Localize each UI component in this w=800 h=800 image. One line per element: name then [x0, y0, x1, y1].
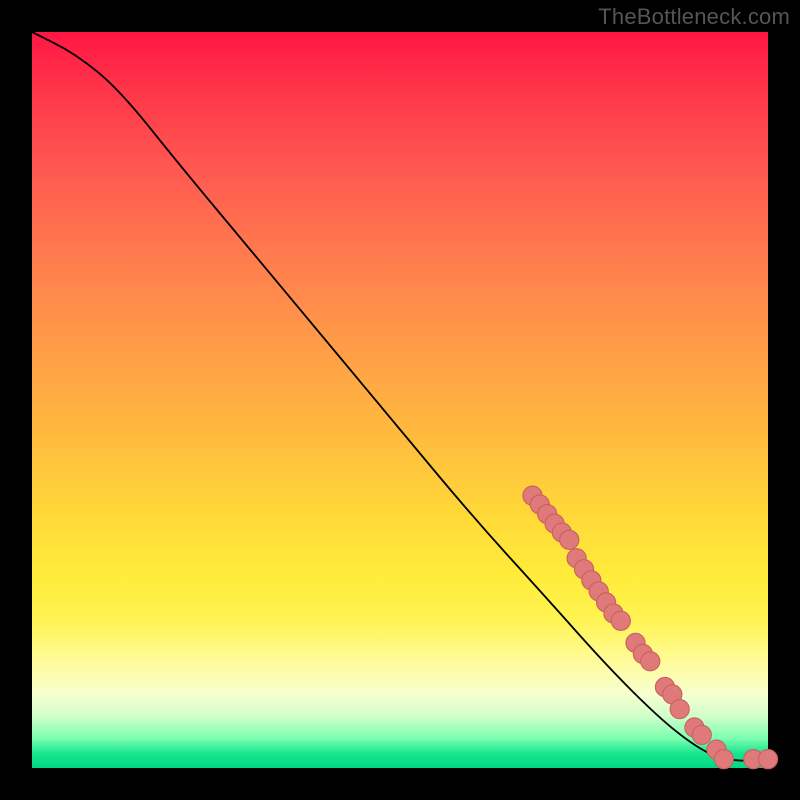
data-point	[560, 530, 579, 549]
data-point	[611, 611, 630, 630]
data-point	[758, 750, 777, 769]
data-point	[692, 725, 711, 744]
watermark-text: TheBottleneck.com	[598, 4, 790, 30]
data-point	[641, 652, 660, 671]
curve-path	[32, 32, 768, 761]
data-points-group	[523, 486, 778, 769]
data-point	[714, 750, 733, 769]
data-point	[670, 700, 689, 719]
chart-svg	[32, 32, 768, 768]
plot-area	[32, 32, 768, 768]
chart-stage: TheBottleneck.com	[0, 0, 800, 800]
